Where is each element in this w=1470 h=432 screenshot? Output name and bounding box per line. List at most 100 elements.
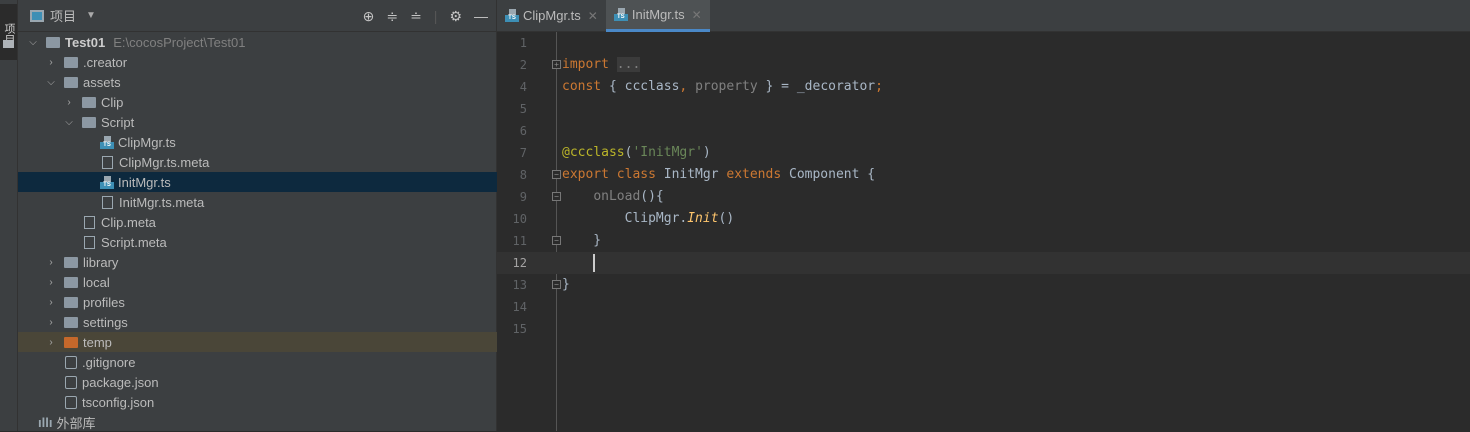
tree-item[interactable]: ClipMgr.ts — [18, 132, 497, 152]
config-file-icon — [65, 375, 77, 389]
tree-item[interactable]: ⌵ assets — [18, 72, 497, 92]
tree-item[interactable]: › .creator — [18, 52, 497, 72]
line-number: 8 — [519, 168, 527, 182]
tree-item[interactable]: › local — [18, 272, 497, 292]
line-number: 15 — [512, 322, 527, 336]
folder-icon — [64, 76, 78, 88]
tree-item-label: Test01 — [65, 34, 106, 50]
locate-icon[interactable]: ⊕ — [363, 8, 375, 25]
tree-item-label: .creator — [83, 54, 128, 70]
folder-icon — [82, 96, 96, 108]
tool-window-strip: 项目 — [0, 0, 18, 431]
tree-item[interactable]: Script.meta — [18, 232, 497, 252]
line-number: 6 — [519, 124, 527, 138]
chevron-down-icon[interactable]: ▼ — [86, 10, 96, 21]
chevron-right-icon[interactable]: › — [44, 317, 58, 328]
fold-collapse-icon[interactable]: − — [552, 280, 561, 289]
folder-icon — [64, 56, 78, 68]
tree-item-label: temp — [83, 334, 112, 350]
file-icon — [84, 215, 95, 229]
line-number: 7 — [519, 146, 527, 160]
chevron-right-icon[interactable]: › — [62, 97, 76, 108]
line-number: 14 — [512, 300, 527, 314]
tree-item-label: Script — [101, 114, 135, 130]
line-number: 12 — [512, 256, 527, 270]
tree-item[interactable]: InitMgr.ts — [18, 172, 497, 192]
chevron-right-icon[interactable]: › — [44, 257, 58, 268]
fold-collapse-icon[interactable]: − — [552, 170, 561, 179]
chevron-down-icon[interactable]: ⌵ — [26, 37, 40, 48]
editor-tab[interactable]: ClipMgr.ts ✕ — [497, 0, 606, 31]
tree-item-label: Clip.meta — [101, 214, 156, 230]
tree-item-label: 外部库 — [56, 415, 96, 431]
fold-expand-icon[interactable]: + — [552, 60, 561, 69]
tree-item[interactable]: ⌵ Test01 E:\cocosProject\Test01 — [18, 32, 497, 52]
tree-item-label: library — [83, 254, 119, 270]
current-line-highlight — [497, 252, 1470, 274]
tree-item-label: local — [83, 274, 110, 290]
code-token: Component { — [789, 167, 876, 182]
folder-icon — [82, 116, 96, 128]
code-line: import ... — [562, 54, 641, 76]
fold-collapse-icon[interactable]: − — [552, 192, 561, 201]
code-line: onLoad(){ — [562, 186, 663, 208]
code-token: () — [718, 211, 735, 226]
folder-icon — [64, 316, 78, 328]
tree-item[interactable]: .gitignore — [18, 352, 497, 372]
expand-all-icon[interactable]: ≑ — [386, 8, 398, 25]
project-icon — [30, 9, 44, 22]
tree-item[interactable]: › library — [18, 252, 497, 272]
config-file-icon — [65, 395, 77, 409]
tree-item[interactable]: package.json — [18, 372, 497, 392]
code-token[interactable]: ... — [616, 57, 641, 72]
tree-item[interactable]: ıllı 外部库 — [18, 412, 497, 432]
file-icon — [102, 155, 113, 169]
code-token: InitMgr — [663, 167, 727, 182]
project-path: E:\cocosProject\Test01 — [113, 34, 246, 50]
tree-item[interactable]: › settings — [18, 312, 497, 332]
line-number: 10 — [512, 212, 527, 226]
fold-collapse-icon[interactable]: − — [552, 236, 561, 245]
code-line: } — [562, 274, 570, 296]
chevron-down-icon[interactable]: ⌵ — [62, 117, 76, 128]
code-line: } — [562, 230, 601, 252]
project-view-selector[interactable]: 项目 — [50, 6, 76, 25]
chevron-right-icon[interactable]: › — [44, 57, 58, 68]
tree-item-label: Clip — [101, 94, 124, 110]
tree-item[interactable]: › Clip — [18, 92, 497, 112]
code-token: ) — [702, 145, 711, 160]
tab-label: InitMgr.ts — [631, 7, 685, 22]
collapse-all-icon[interactable]: ≐ — [410, 8, 422, 25]
code-token: 'InitMgr' — [632, 145, 703, 160]
tree-item[interactable]: › temp — [18, 332, 497, 352]
minimize-icon[interactable]: — — [474, 8, 488, 25]
line-number: 11 — [512, 234, 527, 248]
chevron-right-icon[interactable]: › — [44, 337, 58, 348]
chevron-down-icon[interactable]: ⌵ — [44, 77, 58, 88]
tree-item[interactable]: ⌵ Script — [18, 112, 497, 132]
project-tool-tab[interactable]: 项目 — [0, 4, 17, 60]
code-token: const — [562, 79, 602, 94]
chevron-right-icon[interactable]: › — [44, 277, 58, 288]
code-token: @ccclass — [562, 145, 625, 160]
tree-item-label: ClipMgr.ts — [118, 134, 176, 150]
line-number: 2 — [519, 58, 527, 72]
tree-item[interactable]: Clip.meta — [18, 212, 497, 232]
tree-item[interactable]: tsconfig.json — [18, 392, 497, 412]
code-editor[interactable]: 1 2 + import ... 4 const { ccclass, property … — [497, 32, 1470, 431]
tree-item[interactable]: › profiles — [18, 292, 497, 312]
tree-item-label: InitMgr.ts.meta — [119, 194, 205, 210]
chevron-right-icon[interactable]: › — [44, 297, 58, 308]
editor-tab[interactable]: InitMgr.ts ✕ — [605, 0, 710, 32]
code-token: onLoad — [593, 189, 641, 204]
gear-icon[interactable]: ⚙ — [449, 8, 462, 25]
tree-item[interactable]: InitMgr.ts.meta — [18, 192, 497, 212]
folder-icon — [64, 336, 78, 348]
close-icon[interactable]: ✕ — [692, 8, 702, 22]
tree-item-label: Script.meta — [101, 234, 167, 250]
close-icon[interactable]: ✕ — [588, 9, 598, 23]
file-icon — [102, 195, 113, 209]
tree-item[interactable]: ClipMgr.ts.meta — [18, 152, 497, 172]
folder-icon — [64, 296, 78, 308]
